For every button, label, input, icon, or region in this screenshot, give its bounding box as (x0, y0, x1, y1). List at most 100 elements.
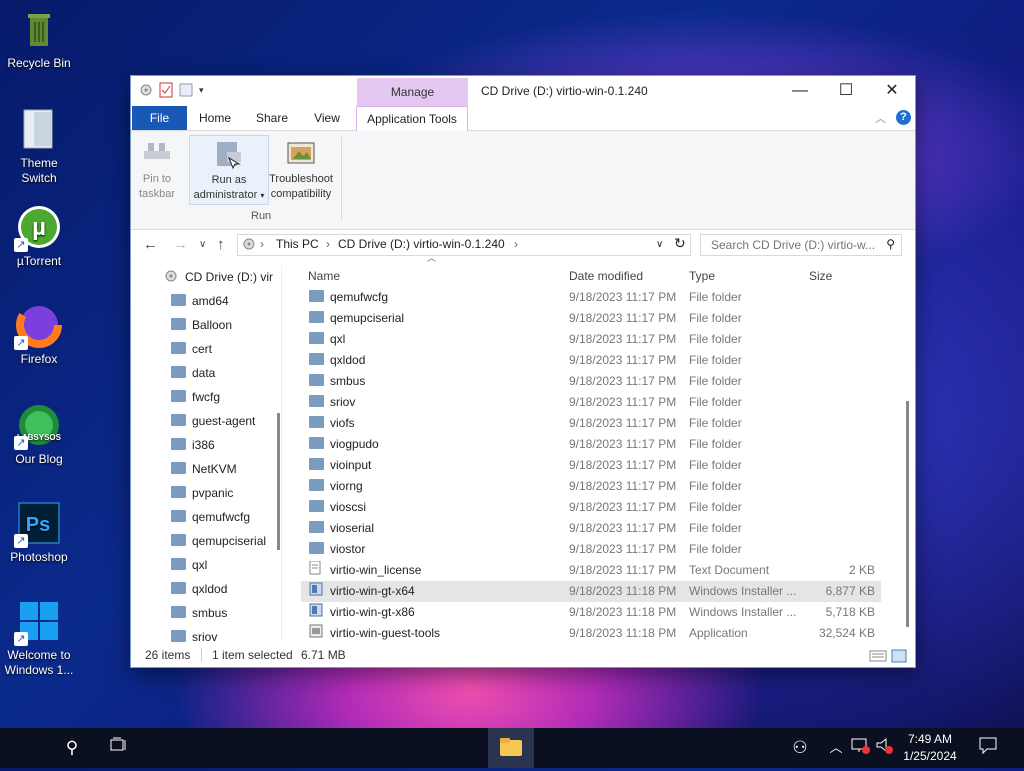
pane-divider[interactable] (281, 265, 282, 642)
folder-icon (171, 606, 186, 618)
desktop-icon[interactable]: Recycle Bin (4, 6, 74, 71)
ribbon-divider (341, 137, 342, 221)
shortcut-arrow-icon: ↗ (14, 238, 28, 252)
nav-item-folder[interactable]: i386 (171, 433, 215, 457)
file-row[interactable]: vioinput 9/18/2023 11:17 PM File folder (301, 455, 881, 476)
tab-view[interactable]: View (305, 106, 349, 130)
pin-to-taskbar-button[interactable]: Pin to taskbar (139, 135, 175, 202)
column-header-type[interactable]: Type (689, 269, 715, 283)
nav-item-folder[interactable]: NetKVM (171, 457, 237, 481)
file-list-scrollbar[interactable] (906, 401, 909, 627)
nav-item-folder[interactable]: qxl (171, 553, 207, 577)
file-row[interactable]: virtio-win-gt-x64 9/18/2023 11:18 PM Windo… (301, 581, 881, 602)
network-icon[interactable] (848, 736, 872, 760)
tab-application-tools[interactable]: Application Tools (356, 106, 468, 132)
nav-item-folder[interactable]: guest-agent (171, 409, 255, 433)
collapse-ribbon-icon[interactable]: ︿ (875, 110, 886, 126)
minimize-button[interactable]: — (777, 76, 823, 106)
desktop-icon[interactable]: LABSYSOS ↗ Our Blog (4, 402, 74, 467)
troubleshoot-compatibility-button[interactable]: Troubleshoot compatibility (269, 135, 333, 202)
shortcut-arrow-icon: ↗ (14, 534, 28, 548)
file-row[interactable]: qemupciserial 9/18/2023 11:17 PM File fold… (301, 308, 881, 329)
help-icon[interactable]: ? (896, 110, 911, 125)
file-row[interactable]: viostor 9/18/2023 11:17 PM File folder (301, 539, 881, 560)
drive-icon[interactable] (139, 82, 153, 98)
column-header-size[interactable]: Size (809, 269, 832, 283)
search-box[interactable]: ⚲ (700, 234, 902, 256)
file-row[interactable]: vioscsi 9/18/2023 11:17 PM File folder (301, 497, 881, 518)
desktop-icon[interactable]: µ ↗ µTorrent (4, 204, 74, 269)
file-row[interactable]: smbus 9/18/2023 11:17 PM File folder (301, 371, 881, 392)
file-type: File folder (689, 374, 742, 388)
title-bar[interactable]: ▾ Manage CD Drive (D:) virtio-win-0.1.24… (131, 76, 915, 106)
nav-item-folder[interactable]: qxldod (171, 577, 227, 601)
ribbon-tabs: File Home Share View Application Tools ︿… (131, 106, 915, 132)
column-header-date[interactable]: Date modified (569, 269, 643, 283)
properties-icon[interactable] (159, 82, 173, 98)
nav-item-folder[interactable]: amd64 (171, 289, 229, 313)
customize-qat-icon[interactable]: ▾ (199, 82, 213, 98)
address-bar[interactable]: › This PC › CD Drive (D:) virtio-win-0.1… (237, 234, 691, 256)
nav-item-folder[interactable]: smbus (171, 601, 227, 625)
file-row[interactable]: viofs 9/18/2023 11:17 PM File folder (301, 413, 881, 434)
column-header-name[interactable]: Name (308, 269, 340, 283)
file-row[interactable]: vioserial 9/18/2023 11:17 PM File folder (301, 518, 881, 539)
show-hidden-icons-icon[interactable]: ︿ (824, 736, 848, 760)
taskbar-file-explorer-button[interactable] (488, 728, 534, 768)
system-clock[interactable]: 7:49 AM 1/25/2024 (898, 731, 962, 765)
nav-item-folder[interactable]: data (171, 361, 215, 385)
close-button[interactable]: ✕ (869, 76, 915, 106)
back-arrow-icon[interactable]: ← (143, 236, 158, 253)
dropdown-arrow-icon[interactable]: ▾ (260, 191, 264, 200)
volume-muted-icon[interactable] (872, 736, 896, 760)
file-date: 9/18/2023 11:17 PM (569, 542, 677, 556)
maximize-button[interactable]: ☐ (823, 76, 869, 106)
search-icon[interactable]: ⚲ (60, 736, 84, 760)
nav-item-folder[interactable]: Balloon (171, 313, 232, 337)
file-row[interactable]: virtio-win-guest-tools 9/18/2023 11:18 PM… (301, 623, 881, 644)
tab-home[interactable]: Home (193, 106, 237, 130)
notification-icon[interactable] (976, 736, 1000, 760)
forward-arrow-icon[interactable]: → (173, 236, 188, 253)
breadcrumb-separator-icon: › (260, 237, 264, 251)
file-row[interactable]: viorng 9/18/2023 11:17 PM File folder (301, 476, 881, 497)
file-row[interactable]: virtio-win_license 9/18/2023 11:17 PM Text… (301, 560, 881, 581)
desktop-icon[interactable]: ↗ Welcome to Windows 1... (4, 598, 74, 678)
tab-file[interactable]: File (132, 106, 187, 130)
desktop-icon[interactable]: ↗ Firefox (4, 302, 74, 367)
nav-item-folder[interactable]: qemufwcfg (171, 505, 250, 529)
file-row[interactable]: qxldod 9/18/2023 11:17 PM File folder (301, 350, 881, 371)
large-icons-view-icon[interactable] (891, 648, 907, 670)
file-row[interactable]: sriov 9/18/2023 11:17 PM File folder (301, 392, 881, 413)
file-type: Application (689, 626, 748, 640)
up-arrow-icon[interactable]: ↑ (217, 236, 225, 253)
details-view-icon[interactable] (869, 648, 887, 670)
firefox-icon: ↗ (14, 302, 62, 350)
nav-item-folder[interactable]: qemupciserial (171, 529, 266, 553)
file-row[interactable]: qxl 9/18/2023 11:17 PM File folder (301, 329, 881, 350)
nav-item-folder[interactable]: pvpanic (171, 481, 233, 505)
run-as-administrator-button[interactable]: Run as administrator ▾ (189, 135, 269, 205)
address-dropdown-icon[interactable]: ∨ (656, 239, 663, 250)
tab-share[interactable]: Share (249, 106, 295, 130)
breadcrumb-cd-drive[interactable]: CD Drive (D:) virtio-win-0.1.240 (338, 237, 505, 251)
people-icon[interactable]: ⚇ (788, 736, 812, 760)
task-view-icon[interactable] (107, 736, 131, 760)
nav-item-folder[interactable]: fwcfg (171, 385, 220, 409)
nav-item-cd-drive[interactable]: CD Drive (D:) vir (165, 265, 273, 289)
search-icon[interactable]: ⚲ (886, 237, 895, 251)
nav-item-folder[interactable]: cert (171, 337, 212, 361)
recent-locations-icon[interactable]: ∨ (199, 239, 206, 250)
new-folder-icon[interactable] (179, 82, 193, 98)
nav-pane-scrollbar[interactable] (277, 413, 280, 550)
nav-item-folder[interactable]: sriov (171, 625, 217, 642)
file-row[interactable]: virtio-win-gt-x86 9/18/2023 11:18 PM Windo… (301, 602, 881, 623)
file-row[interactable]: qemufwcfg 9/18/2023 11:17 PM File folder (301, 287, 881, 308)
desktop-icon[interactable]: Theme Switch (4, 106, 74, 186)
breadcrumb-this-pc[interactable]: This PC (276, 237, 319, 251)
file-row[interactable]: viogpudo 9/18/2023 11:17 PM File folder (301, 434, 881, 455)
desktop-icon[interactable]: Ps ↗ Photoshop (4, 500, 74, 565)
file-name-cell: vioscsi (309, 497, 366, 518)
refresh-icon[interactable]: ↻ (674, 235, 686, 252)
search-input[interactable] (709, 235, 883, 255)
